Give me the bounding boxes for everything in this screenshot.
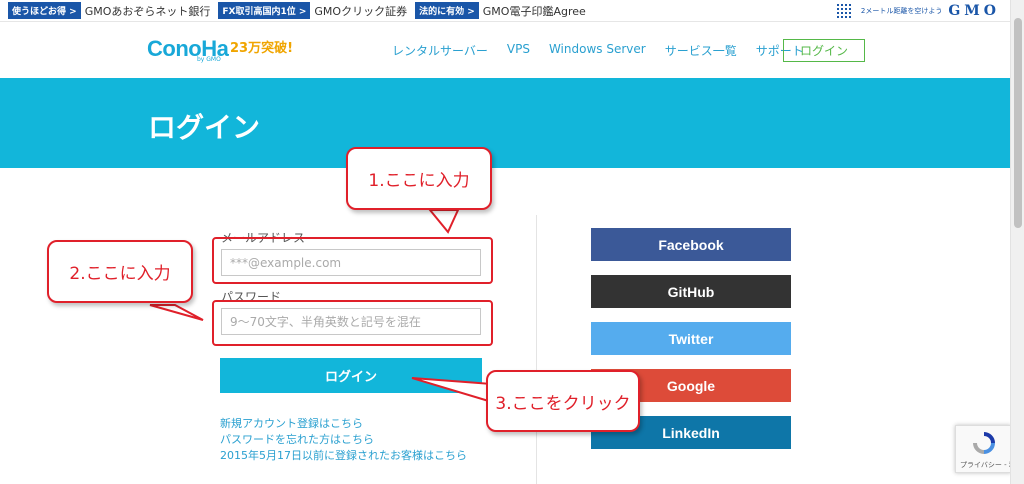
- recaptcha-badge[interactable]: プライバシー - 利用規約: [955, 425, 1024, 473]
- callout-step1: 1.ここに入力: [346, 147, 492, 210]
- recaptcha-icon: [973, 432, 995, 454]
- callout-step3: 3.ここをクリック: [486, 370, 640, 432]
- callout-step2: 2.ここに入力: [47, 240, 193, 303]
- callout1-pointer: [427, 209, 460, 234]
- page-scrollbar[interactable]: [1010, 0, 1024, 484]
- callout2-pointer: [149, 304, 204, 321]
- scroll-thumb[interactable]: [1014, 18, 1022, 228]
- callout3-pointer: [411, 377, 493, 404]
